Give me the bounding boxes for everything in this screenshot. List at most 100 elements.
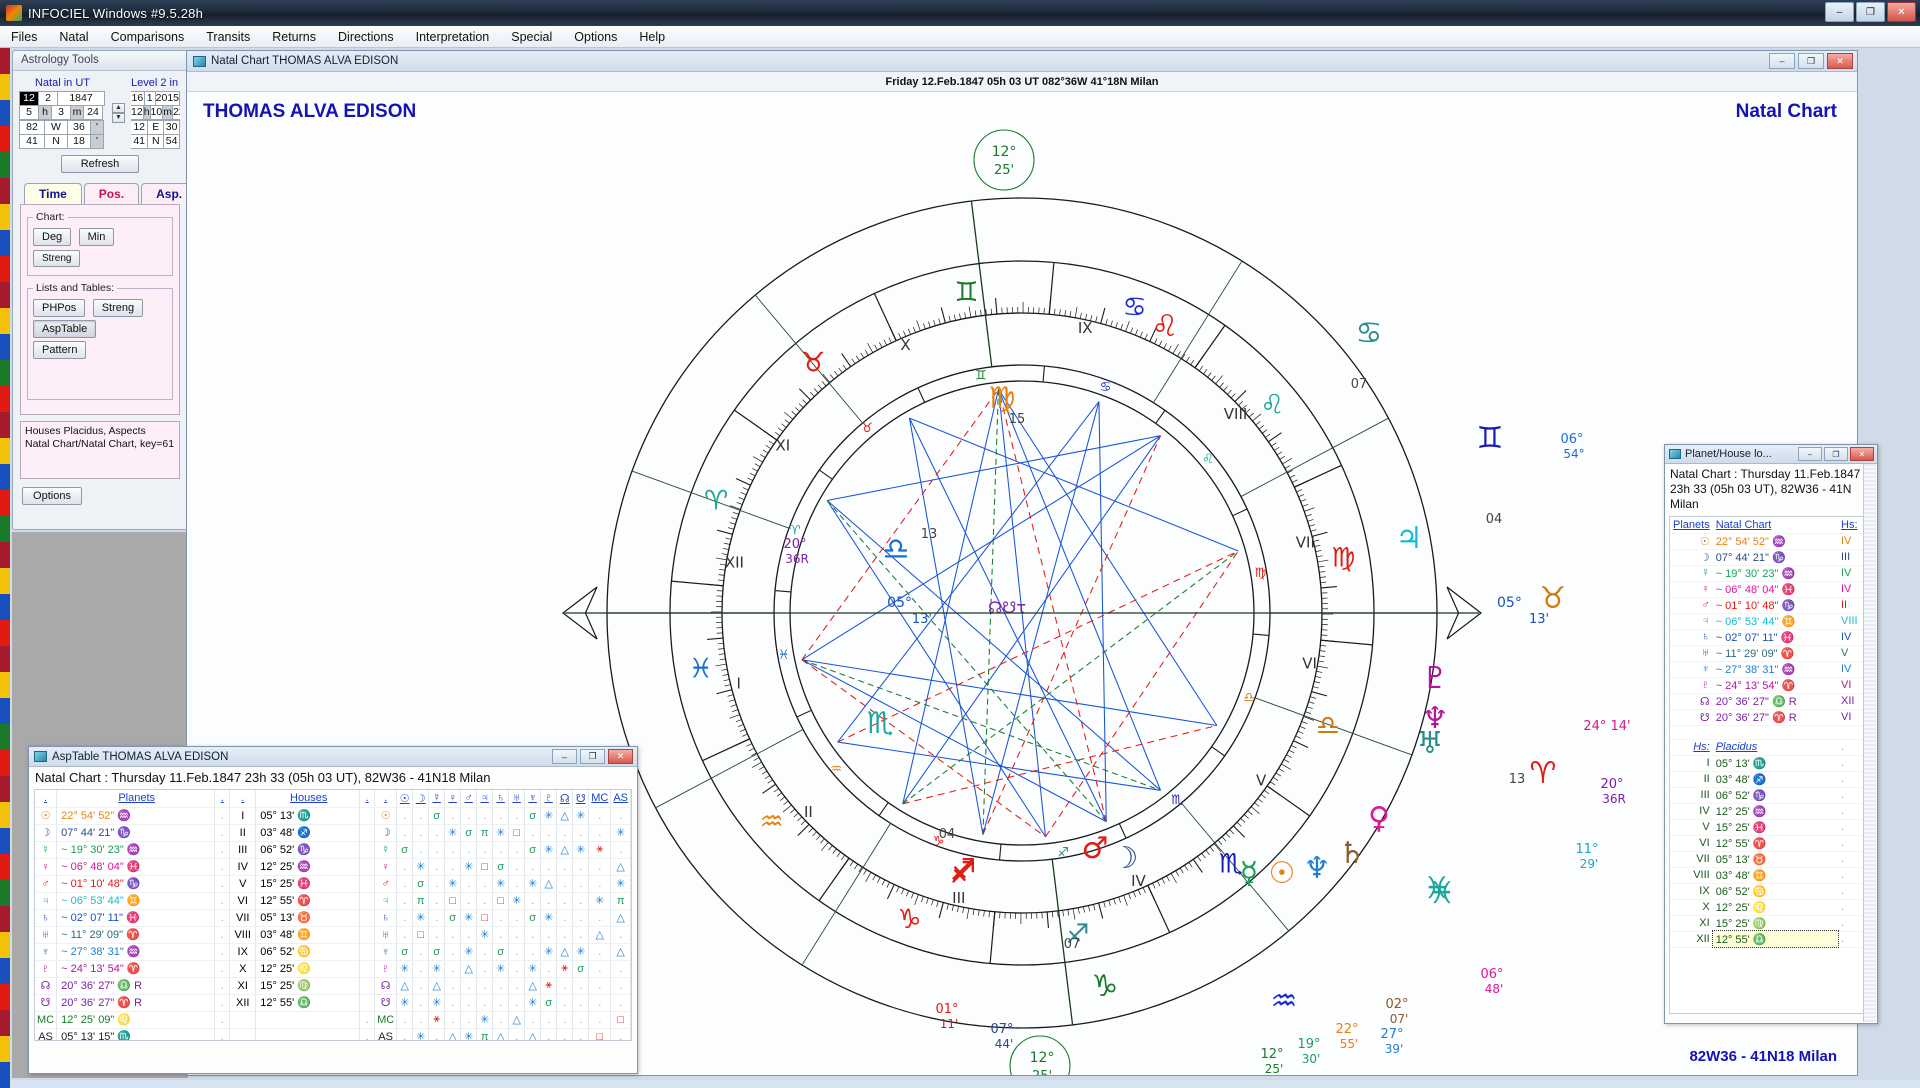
spinner-down-icon[interactable]: ▼ xyxy=(112,113,125,123)
chart-maximize-button[interactable]: ❐ xyxy=(1798,53,1824,69)
natal-lon-deg-field[interactable]: 82 xyxy=(19,120,45,135)
natal-month-field[interactable]: 2 xyxy=(38,91,58,106)
level2-lat-dir-field[interactable]: N xyxy=(147,134,164,149)
level2-minute-field[interactable]: 10 xyxy=(150,105,164,120)
phpos-button[interactable]: PHPos xyxy=(33,299,85,317)
planet-house-grid[interactable]: PlanetsNatal ChartHs:☉22° 54' 52" ♒IV☽07… xyxy=(1669,516,1873,1014)
asptable-minimize-button[interactable]: – xyxy=(552,749,577,764)
table-row[interactable]: ♃~ 06° 53' 44" ♊.VI12° 55' ♈♃.π.□..□✳...… xyxy=(35,892,631,909)
menu-item-options[interactable]: Options xyxy=(563,28,628,46)
natal-lon-min-field[interactable]: 36 xyxy=(67,120,91,135)
list-item[interactable]: ☿~ 19° 30' 23" ♒IV xyxy=(1670,565,1872,581)
minimize-button[interactable]: – xyxy=(1825,2,1854,22)
list-item[interactable]: V15° 25' ♓. xyxy=(1670,819,1872,835)
list-item[interactable]: ♄~ 02° 07' 11" ♓IV xyxy=(1670,629,1872,645)
list-item[interactable]: I05° 13' ♏. xyxy=(1670,755,1872,771)
list-item[interactable]: ♇~ 24° 13' 54" ♈VI xyxy=(1670,677,1872,693)
level2-second-field[interactable]: 22 xyxy=(172,105,180,120)
menu-item-transits[interactable]: Transits xyxy=(195,28,261,46)
menu-item-directions[interactable]: Directions xyxy=(327,28,405,46)
list-item[interactable]: ♂~ 01° 10' 48" ♑II xyxy=(1670,597,1872,613)
natal-year-field[interactable]: 1847 xyxy=(57,91,105,106)
table-row[interactable]: ♅~ 11° 29' 09" ♈.VIII03° 48' ♊♅.□...✳...… xyxy=(35,926,631,943)
list-item[interactable]: ♅~ 11° 29' 09" ♈V xyxy=(1670,645,1872,661)
table-row[interactable]: ☿~ 19° 30' 23" ♒.III06° 52' ♑☿σ.......σ✳… xyxy=(35,841,631,858)
table-row[interactable]: MC12° 25' 09" ♌..MC..⚹..✳.△.....□ xyxy=(35,1011,631,1028)
list-item[interactable]: ♀~ 06° 48' 04" ♓IV xyxy=(1670,581,1872,597)
table-row[interactable]: ♂~ 01° 10' 48" ♑.V15° 25' ♓♂.σ.✳..✳.✳△..… xyxy=(35,875,631,892)
table-row[interactable]: ☋20° 36' 27" ♈ R.XII12° 55' ♎☋✳.✳.....✳σ… xyxy=(35,994,631,1011)
menu-item-returns[interactable]: Returns xyxy=(261,28,327,46)
streng-button[interactable]: Streng xyxy=(33,250,80,267)
tab-pos[interactable]: Pos. xyxy=(84,183,139,204)
table-row[interactable]: ☉22° 54' 52" ♒.I05° 13' ♏☉..σ.....σ✳△✳.. xyxy=(35,807,631,824)
close-button[interactable]: ✕ xyxy=(1887,2,1916,22)
menu-item-comparisons[interactable]: Comparisons xyxy=(100,28,196,46)
min-button[interactable]: Min xyxy=(79,228,115,246)
table-row[interactable]: ♄~ 02° 07' 11" ♓.VII05° 13' ♉♄.✳.σ✳□..σ✳… xyxy=(35,909,631,926)
list-item[interactable]: XII12° 55' ♎. xyxy=(1670,931,1872,947)
list-item[interactable]: ♆~ 27° 38' 31" ♒IV xyxy=(1670,661,1872,677)
ph-minimize-button[interactable]: – xyxy=(1798,447,1822,461)
level2-lon-deg-field[interactable]: 12 xyxy=(131,120,148,135)
tab-time[interactable]: Time xyxy=(24,183,82,204)
options-button[interactable]: Options xyxy=(22,487,82,505)
ph-maximize-button[interactable]: ❐ xyxy=(1824,447,1848,461)
table-row[interactable]: ♀~ 06° 48' 04" ♓.IV12° 25' ♒♀.✳..✳□σ....… xyxy=(35,858,631,875)
menu-item-special[interactable]: Special xyxy=(500,28,563,46)
window-controls[interactable]: – ❐ ✕ xyxy=(1825,2,1916,22)
level2-lat-deg-field[interactable]: 41 xyxy=(131,134,148,149)
level2-date-row[interactable]: 16 1 2015 xyxy=(131,91,180,106)
chart-close-button[interactable]: ✕ xyxy=(1827,53,1853,69)
deg-button[interactable]: Deg xyxy=(33,228,71,246)
natal-lat-dir-field[interactable]: N xyxy=(44,134,68,149)
list-item[interactable]: X12° 25' ♌. xyxy=(1670,899,1872,915)
level2-latitude-row[interactable]: 41 N 54 xyxy=(131,135,180,150)
date-spinner[interactable]: ▲ ▼ xyxy=(112,77,125,149)
natal-lon-dir-field[interactable]: W xyxy=(44,120,68,135)
table-row[interactable]: AS05° 13' 15" ♏..AS.✳.△✳π△.△...□. xyxy=(35,1028,631,1041)
refresh-button[interactable]: Refresh xyxy=(61,155,139,173)
list-item[interactable]: ☽07° 44' 21" ♑III xyxy=(1670,549,1872,565)
asptable-window-controls[interactable]: – ❐ ✕ xyxy=(552,749,633,764)
natal-hour-field[interactable]: 5 xyxy=(19,105,39,120)
table-row[interactable]: ♆~ 27° 38' 31" ♒.IX06° 52' ♋♆σ.σ.✳.σ..✳△… xyxy=(35,943,631,960)
menu-item-help[interactable]: Help xyxy=(628,28,676,46)
list-item[interactable]: VII05° 13' ♉. xyxy=(1670,851,1872,867)
vertical-scrollbar[interactable] xyxy=(1863,464,1876,1022)
level2-lon-min-field[interactable]: 30 xyxy=(163,120,180,135)
asptable-grid[interactable]: .Planets..Houses..☉☽☿♀♂♃♄♅♆♇☊☋MCAS☉22° 5… xyxy=(34,789,632,1041)
level2-year-field[interactable]: 2015 xyxy=(155,91,180,106)
list-item[interactable]: VI12° 55' ♈. xyxy=(1670,835,1872,851)
natal-lat-deg-field[interactable]: 41 xyxy=(19,134,45,149)
list-item[interactable]: IV12° 25' ♒. xyxy=(1670,803,1872,819)
maximize-button[interactable]: ❐ xyxy=(1856,2,1885,22)
menu-item-natal[interactable]: Natal xyxy=(48,28,99,46)
table-row[interactable]: ☽07° 44' 21" ♑.II03° 48' ♐☽...✳σπ✳□.....… xyxy=(35,824,631,841)
list-item[interactable]: III06° 52' ♑. xyxy=(1670,787,1872,803)
level2-day-field[interactable]: 16 xyxy=(131,91,145,106)
list-item[interactable]: ♃~ 06° 53' 44" ♊VIII xyxy=(1670,613,1872,629)
natal-day-field[interactable]: 12 xyxy=(19,91,39,106)
planet-house-window-controls[interactable]: – ❐ ✕ xyxy=(1798,447,1874,461)
natal-longitude-row[interactable]: 82 W 36 ' xyxy=(20,120,105,135)
level2-time-row[interactable]: 12 h 10 m 22 xyxy=(131,106,180,121)
menu-item-interpretation[interactable]: Interpretation xyxy=(405,28,501,46)
natal-lat-min-field[interactable]: 18 xyxy=(67,134,91,149)
level2-longitude-row[interactable]: 12 E 30 xyxy=(131,120,180,135)
asptable-close-button[interactable]: ✕ xyxy=(608,749,633,764)
pattern-button[interactable]: Pattern xyxy=(33,341,86,359)
list-item[interactable]: XI15° 25' ♍. xyxy=(1670,915,1872,931)
natal-time-row[interactable]: 5 h 3 m 24 xyxy=(20,106,105,121)
level2-lon-dir-field[interactable]: E xyxy=(147,120,164,135)
natal-latitude-row[interactable]: 41 N 18 ' xyxy=(20,135,105,150)
natal-minute-field[interactable]: 3 xyxy=(51,105,71,120)
asptable-maximize-button[interactable]: ❐ xyxy=(580,749,605,764)
spinner-up-icon[interactable]: ▲ xyxy=(112,103,125,113)
table-row[interactable]: ☊20° 36' 27" ♎ R.XI15° 25' ♍☊△.△.....△⚹.… xyxy=(35,977,631,994)
natal-date-row[interactable]: 12 2 1847 xyxy=(20,91,105,106)
asptable-button[interactable]: AspTable xyxy=(33,320,96,338)
menu-item-files[interactable]: Files xyxy=(0,28,48,46)
ph-close-button[interactable]: ✕ xyxy=(1850,447,1874,461)
chart-minimize-button[interactable]: – xyxy=(1769,53,1795,69)
